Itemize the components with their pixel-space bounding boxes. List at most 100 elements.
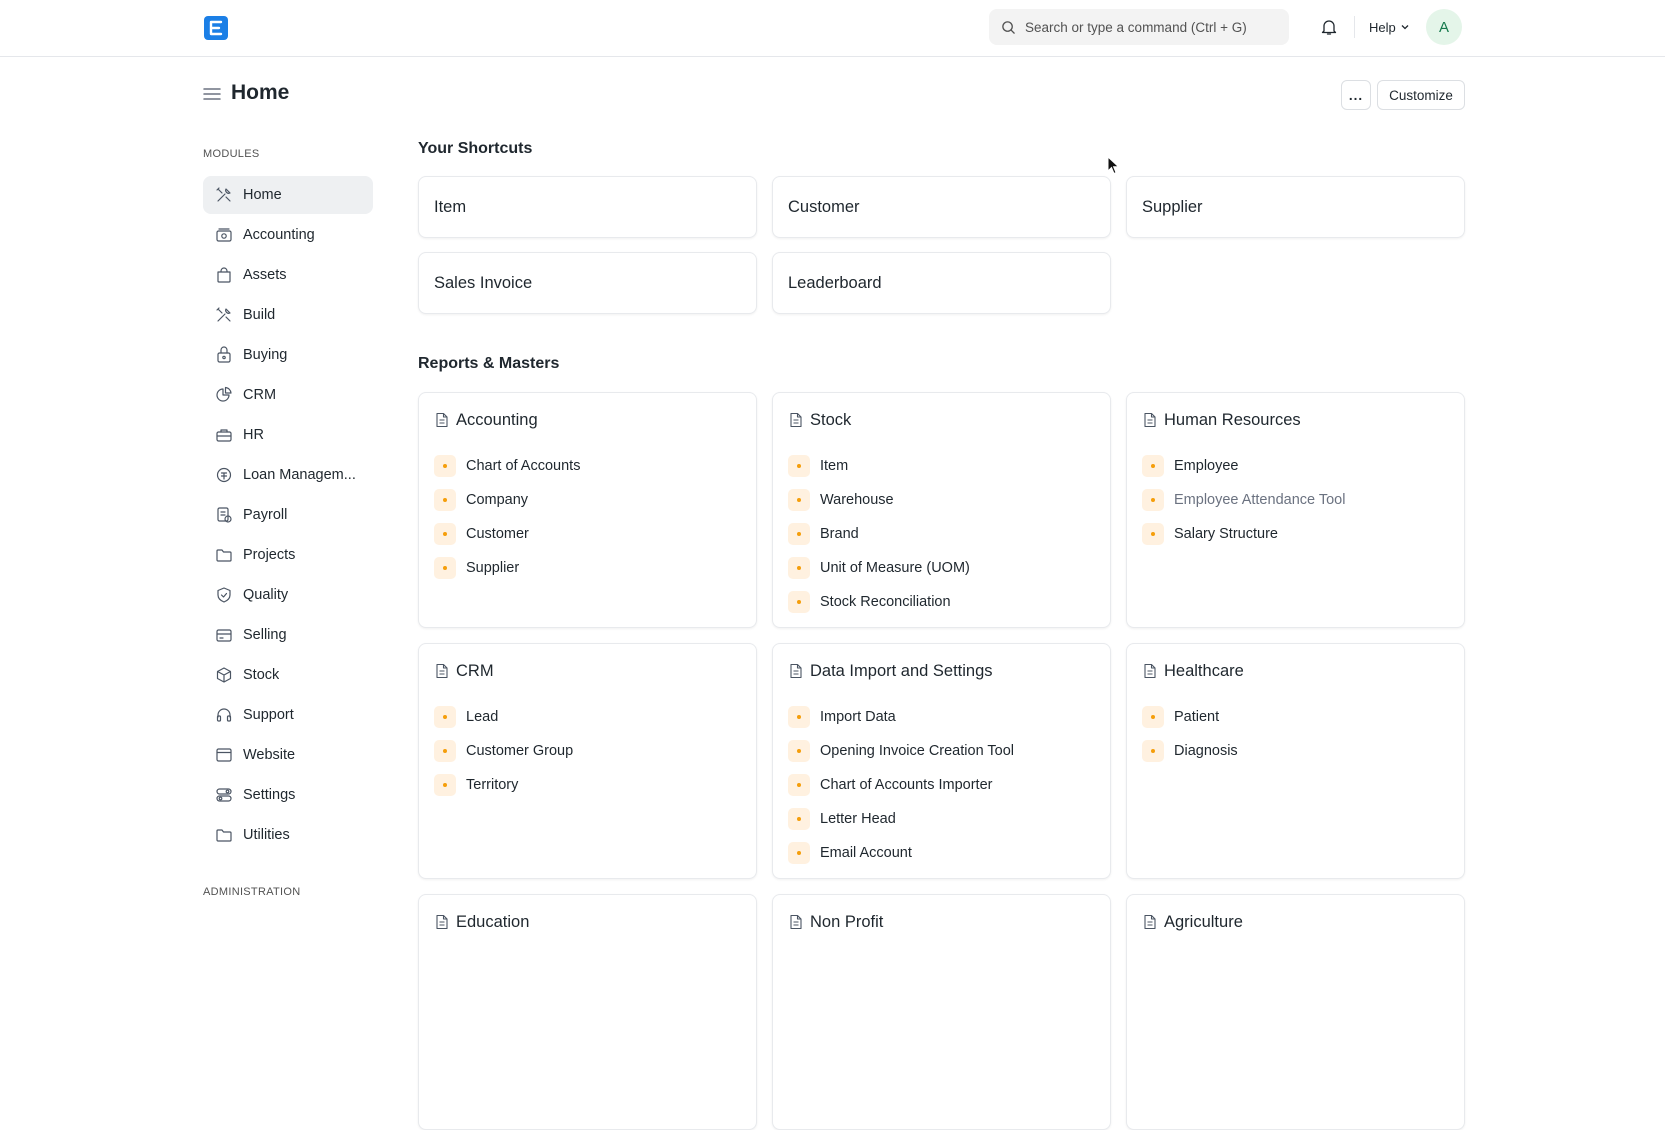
folder-icon (215, 546, 233, 564)
card-title: Stock (810, 410, 852, 429)
document-icon (434, 914, 450, 930)
sidebar-item-label: Support (243, 707, 294, 723)
sidebar-item-payroll[interactable]: Payroll (203, 496, 373, 534)
app-logo[interactable] (204, 16, 228, 40)
sidebar-module-list: Home Accounting Assets Build Buying CRM … (203, 176, 373, 856)
card-header: Non Profit (788, 911, 1095, 933)
bullet-dot-icon (1142, 489, 1164, 511)
card-title: Data Import and Settings (810, 661, 993, 680)
card-link-label: Chart of Accounts (466, 458, 581, 474)
sidebar-item-buying[interactable]: Buying (203, 336, 373, 374)
sidebar-item-utilities[interactable]: Utilities (203, 816, 373, 854)
erpnext-logo-icon (209, 20, 223, 36)
box-icon (215, 666, 233, 684)
shield-icon (215, 586, 233, 604)
card-link[interactable]: Employee (1142, 449, 1449, 483)
card-link-label: Item (820, 458, 849, 474)
card-link-label: Letter Head (820, 811, 896, 827)
shortcut-card[interactable]: Item (418, 176, 757, 238)
card-title: CRM (456, 661, 494, 680)
card-link-label: Warehouse (820, 492, 894, 508)
sidebar-heading-modules: MODULES (203, 148, 260, 160)
basket-icon (215, 346, 233, 364)
card-link[interactable]: Customer Group (434, 734, 741, 768)
card-link[interactable]: Company (434, 483, 741, 517)
shortcut-card[interactable]: Customer (772, 176, 1111, 238)
card-link[interactable]: Patient (1142, 700, 1449, 734)
card-link[interactable]: Customer (434, 517, 741, 551)
sidebar-item-loan-managem[interactable]: Loan Managem... (203, 456, 373, 494)
card-link[interactable]: Brand (788, 517, 1095, 551)
avatar[interactable]: A (1426, 9, 1462, 45)
card-link[interactable]: Chart of Accounts (434, 449, 741, 483)
sidebar-item-label: Projects (243, 547, 296, 563)
bullet-dot-icon (434, 740, 456, 762)
chevron-down-icon (1401, 25, 1409, 30)
sidebar-item-settings[interactable]: Settings (203, 776, 373, 814)
sidebar-item-website[interactable]: Website (203, 736, 373, 774)
report-card: Healthcare Patient Diagnosis (1126, 643, 1465, 879)
sidebar-item-label: HR (243, 427, 264, 443)
sidebar-item-label: Quality (243, 587, 289, 603)
card-link[interactable]: Lead (434, 700, 741, 734)
card-link[interactable]: Salary Structure (1142, 517, 1449, 551)
report-card: CRM Lead Customer Group Territory (418, 643, 757, 879)
document-icon (1142, 663, 1158, 679)
document-icon (1142, 914, 1158, 930)
sidebar-item-quality[interactable]: Quality (203, 576, 373, 614)
sidebar-item-label: CRM (243, 387, 277, 403)
sidebar-item-hr[interactable]: HR (203, 416, 373, 454)
card-link[interactable]: Warehouse (788, 483, 1095, 517)
card-link[interactable]: Stock Reconciliation (788, 585, 1095, 619)
shortcut-card[interactable]: Sales Invoice (418, 252, 757, 314)
card-link[interactable]: Employee Attendance Tool (1142, 483, 1449, 517)
card-link[interactable]: Diagnosis (1142, 734, 1449, 768)
card-link[interactable]: Item (788, 449, 1095, 483)
tools-icon (215, 306, 233, 324)
sidebar-item-support[interactable]: Support (203, 696, 373, 734)
bell-icon (1321, 20, 1337, 35)
card-link[interactable]: Territory (434, 768, 741, 802)
shortcut-card[interactable]: Supplier (1126, 176, 1465, 238)
sidebar-item-build[interactable]: Build (203, 296, 373, 334)
sidebar-item-home[interactable]: Home (203, 176, 373, 214)
card-link-label: Unit of Measure (UOM) (820, 560, 970, 576)
bullet-dot-icon (788, 455, 810, 477)
notifications-button[interactable] (1318, 16, 1340, 38)
card-link[interactable]: Email Account (788, 836, 1095, 870)
card-link[interactable]: Import Data (788, 700, 1095, 734)
sidebar-item-assets[interactable]: Assets (203, 256, 373, 294)
sidebar-item-projects[interactable]: Projects (203, 536, 373, 574)
more-actions-button[interactable]: ... (1341, 80, 1371, 110)
shortcut-label: Item (434, 197, 467, 216)
awesomebar[interactable] (989, 9, 1289, 45)
sidebar-toggle-button[interactable] (203, 85, 221, 103)
card-link[interactable]: Supplier (434, 551, 741, 585)
shortcut-card[interactable]: Leaderboard (772, 252, 1111, 314)
sidebar-item-label: Loan Managem... (243, 467, 356, 483)
sidebar-item-label: Selling (243, 627, 287, 643)
bullet-dot-icon (1142, 706, 1164, 728)
card-link[interactable]: Opening Invoice Creation Tool (788, 734, 1095, 768)
card-title: Healthcare (1164, 661, 1244, 680)
sidebar-item-accounting[interactable]: Accounting (203, 216, 373, 254)
bullet-dot-icon (788, 808, 810, 830)
sidebar-item-label: Assets (243, 267, 287, 283)
sidebar-item-stock[interactable]: Stock (203, 656, 373, 694)
sidebar-item-crm[interactable]: CRM (203, 376, 373, 414)
help-dropdown[interactable]: Help (1369, 17, 1410, 37)
card-header: Accounting (434, 409, 741, 431)
bullet-dot-icon (434, 774, 456, 796)
card-link[interactable]: Unit of Measure (UOM) (788, 551, 1095, 585)
card-link[interactable]: Chart of Accounts Importer (788, 768, 1095, 802)
navbar-divider (1354, 16, 1355, 38)
search-input[interactable] (1025, 19, 1275, 35)
card-link-label: Salary Structure (1174, 526, 1278, 542)
sidebar-item-selling[interactable]: Selling (203, 616, 373, 654)
loan-icon (215, 466, 233, 484)
card-link[interactable]: Letter Head (788, 802, 1095, 836)
search-icon (1002, 20, 1015, 34)
customize-button[interactable]: Customize (1377, 80, 1465, 110)
report-card: Agriculture (1126, 894, 1465, 1130)
report-card: Human Resources Employee Employee Attend… (1126, 392, 1465, 628)
